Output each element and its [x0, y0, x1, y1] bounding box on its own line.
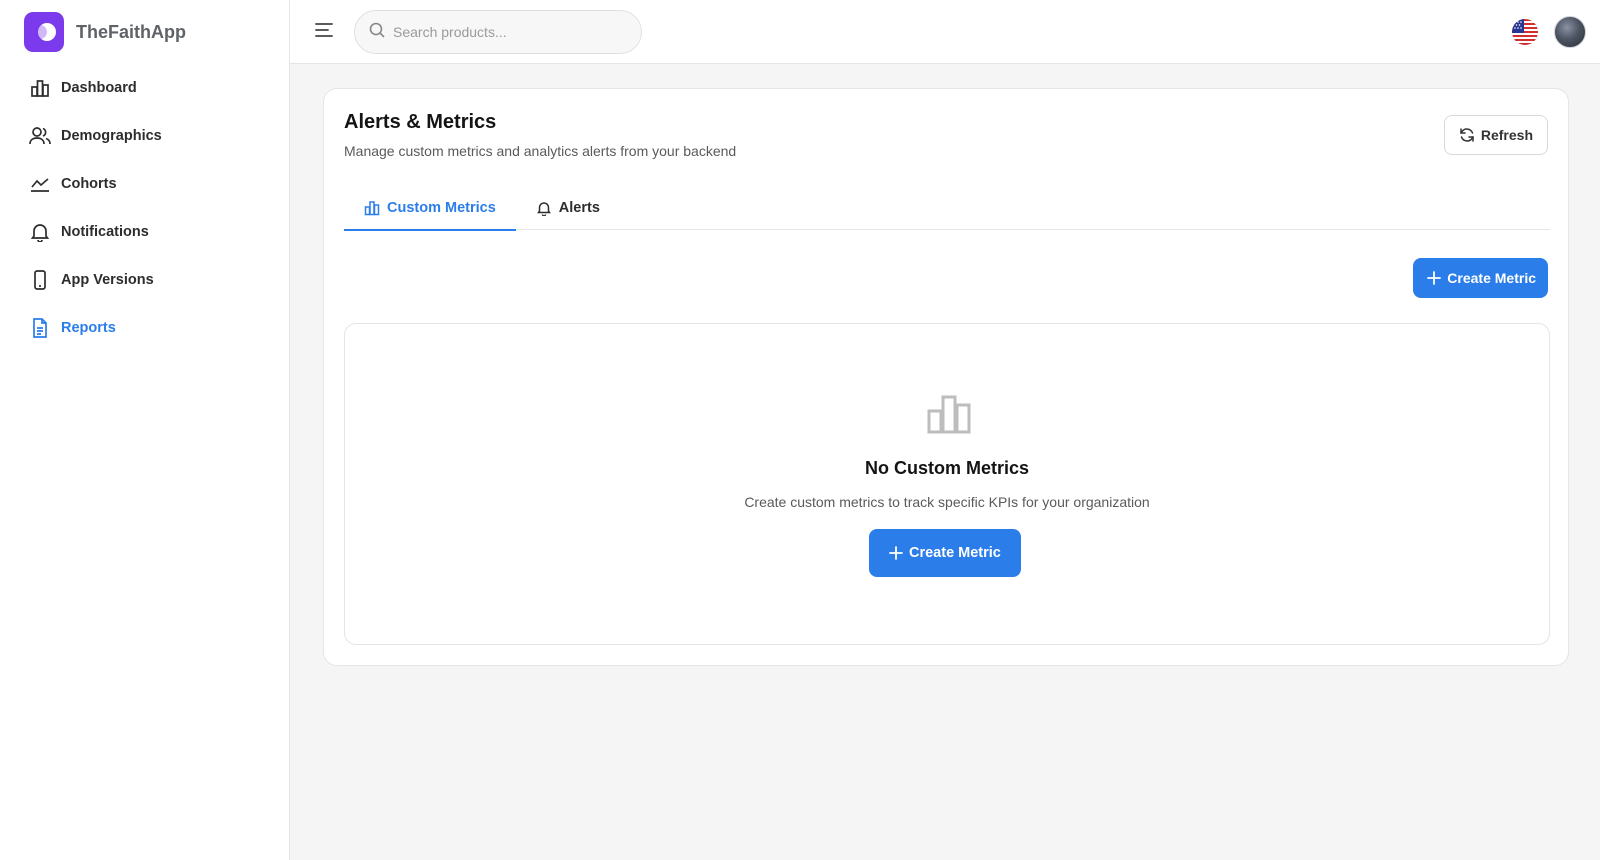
document-icon — [29, 317, 51, 339]
sidebar-item-label: Demographics — [61, 128, 162, 144]
plus-icon — [1427, 271, 1442, 285]
page-subtitle: Manage custom metrics and analytics aler… — [344, 143, 737, 159]
sidebar-item-reports[interactable]: Reports — [0, 304, 289, 352]
sidebar-item-label: App Versions — [61, 272, 154, 288]
search-bar — [354, 10, 642, 54]
bell-icon — [536, 201, 551, 216]
sidebar-item-dashboard[interactable]: Dashboard — [0, 64, 289, 112]
menu-toggle-icon[interactable] — [314, 20, 338, 44]
sidebar-item-cohorts[interactable]: Cohorts — [0, 160, 289, 208]
app-name: TheFaithApp — [76, 21, 186, 42]
page-title: Alerts & Metrics — [344, 111, 497, 133]
tab-label: Custom Metrics — [387, 199, 496, 216]
topbar — [290, 0, 1600, 64]
search-icon — [369, 22, 385, 43]
empty-state-description: Create custom metrics to track specific … — [744, 494, 1150, 510]
line-chart-icon — [29, 173, 51, 195]
empty-create-metric-button[interactable]: Create Metric — [869, 529, 1021, 577]
bar-chart-icon — [29, 77, 51, 99]
tabs: Custom Metrics Alerts — [344, 185, 1550, 231]
refresh-icon — [1460, 128, 1474, 142]
sidebar-item-label: Notifications — [61, 224, 149, 240]
sidebar-item-demographics[interactable]: Demographics — [0, 112, 289, 160]
create-metric-label: Create Metric — [909, 545, 1001, 561]
sidebar-item-label: Dashboard — [61, 80, 137, 96]
app-logo-icon — [24, 12, 64, 52]
tab-alerts[interactable]: Alerts — [516, 185, 620, 230]
sidebar-nav: Dashboard Demographics Cohorts Notificat… — [0, 64, 289, 352]
bar-chart-icon — [927, 394, 971, 434]
brand[interactable]: TheFaithApp — [0, 0, 289, 64]
smartphone-icon — [29, 269, 51, 291]
bell-icon — [29, 221, 51, 243]
refresh-label: Refresh — [1480, 127, 1533, 143]
create-metric-label: Create Metric — [1447, 270, 1536, 286]
plus-icon — [889, 546, 903, 560]
us-flag-icon[interactable] — [1512, 19, 1538, 45]
search-input[interactable] — [393, 24, 613, 40]
tab-custom-metrics[interactable]: Custom Metrics — [344, 185, 516, 231]
sidebar-item-app-versions[interactable]: App Versions — [0, 256, 289, 304]
tab-label: Alerts — [558, 199, 600, 216]
create-metric-button[interactable]: Create Metric — [1413, 258, 1548, 298]
bar-chart-icon — [364, 200, 380, 215]
empty-state-title: No Custom Metrics — [864, 458, 1030, 478]
sidebar-item-notifications[interactable]: Notifications — [0, 208, 289, 256]
alerts-metrics-card: Alerts & Metrics Manage custom metrics a… — [323, 88, 1569, 666]
users-icon — [29, 125, 51, 147]
sidebar-item-label: Cohorts — [61, 176, 117, 192]
sidebar-item-label: Reports — [61, 320, 116, 336]
sidebar: TheFaithApp Dashboard Demographics Cohor… — [0, 0, 290, 860]
empty-state: No Custom Metrics Create custom metrics … — [344, 323, 1550, 645]
user-avatar[interactable] — [1554, 16, 1586, 48]
refresh-button[interactable]: Refresh — [1443, 115, 1548, 155]
